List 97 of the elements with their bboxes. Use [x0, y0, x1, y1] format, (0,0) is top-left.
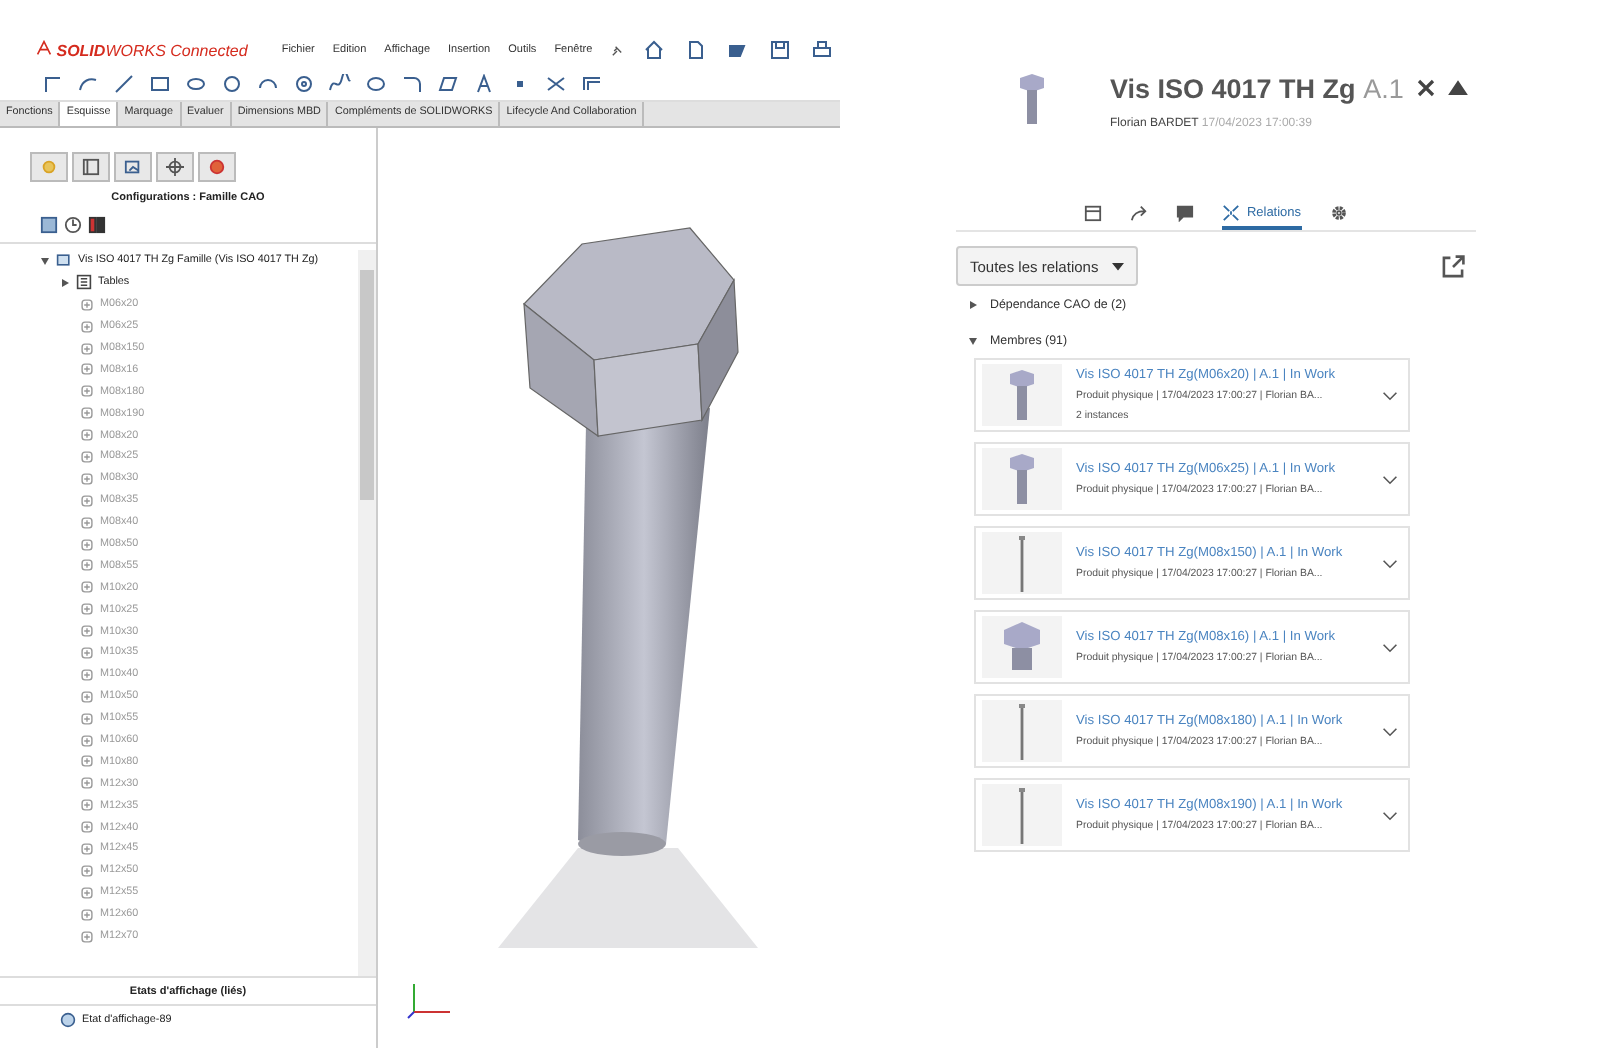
bolt-icon [1002, 621, 1042, 673]
home-icon[interactable] [642, 40, 667, 60]
chevron-down-icon [1382, 807, 1398, 823]
configuration-tab[interactable] [114, 152, 152, 182]
part-icon [80, 820, 94, 835]
save-icon[interactable] [768, 40, 793, 60]
expand-button[interactable] [1382, 807, 1398, 823]
caret-icon [1112, 260, 1125, 272]
scrollbar[interactable] [358, 250, 376, 976]
list-icon [82, 158, 100, 176]
appearance-icon [208, 158, 226, 176]
spline-icon[interactable] [328, 73, 352, 93]
logo-icon [36, 40, 52, 56]
part-icon [80, 471, 94, 486]
part-family-icon [56, 252, 72, 269]
section-caret[interactable] [968, 300, 978, 310]
expand-button[interactable] [1382, 471, 1398, 487]
share-arrow-icon [1130, 203, 1149, 221]
part-icon [80, 341, 94, 355]
part-config-icon [40, 216, 58, 234]
part-icon [80, 798, 94, 813]
part-icon [80, 689, 94, 704]
expand-caret[interactable] [40, 255, 50, 266]
part-icon [80, 537, 94, 552]
rod-icon [1018, 703, 1026, 759]
part-icon [80, 428, 94, 443]
part-icon [80, 406, 94, 421]
chevron-down-icon [1382, 639, 1398, 655]
part-icon [80, 297, 94, 312]
expand-button[interactable] [1382, 387, 1398, 403]
part-icon [80, 493, 94, 508]
chevron-down-icon [1382, 723, 1398, 739]
part-icon [80, 863, 94, 878]
part-icon [80, 515, 94, 530]
chevron-down-icon [1382, 555, 1398, 571]
pin-icon [610, 43, 625, 57]
part-icon [80, 624, 94, 639]
section-caret[interactable] [968, 336, 978, 346]
chevron-down-icon [1382, 387, 1398, 403]
display-state-icon [60, 1012, 76, 1028]
property-tab[interactable] [72, 152, 110, 182]
part-icon [80, 733, 94, 748]
part-icon [80, 602, 94, 617]
rod-icon [1018, 787, 1026, 843]
chevron-down-icon [1382, 471, 1398, 487]
text-icon[interactable] [472, 73, 496, 93]
circle-icon[interactable] [220, 73, 244, 93]
relations-icon [1222, 203, 1241, 221]
part-icon [80, 580, 94, 595]
rod-icon [1018, 535, 1026, 591]
part-icon [80, 929, 94, 944]
app-logo: SOLIDWORKS Connected [36, 40, 248, 60]
clock-icon [64, 216, 82, 234]
part-icon [80, 449, 94, 464]
bolt-icon [1017, 74, 1045, 126]
part-icon [80, 645, 94, 660]
expand-caret[interactable] [60, 277, 70, 288]
part-icon [80, 711, 94, 726]
appearance-tab[interactable] [198, 152, 236, 182]
part-icon [80, 362, 94, 377]
comment-icon [1176, 203, 1195, 221]
rectangle-icon[interactable] [148, 73, 172, 93]
configuration-icon [124, 158, 142, 176]
part-icon [80, 384, 94, 399]
close-button[interactable] [1415, 74, 1436, 102]
bolt-icon [1008, 453, 1036, 505]
dimxpert-tab[interactable] [156, 152, 194, 182]
part-icon [80, 558, 94, 573]
crosshair-icon [166, 158, 184, 176]
settings-icon [1329, 203, 1348, 221]
expand-button[interactable] [1382, 639, 1398, 655]
part-icon [80, 885, 94, 900]
plane-icon[interactable] [436, 73, 460, 93]
calendar-icon [1084, 203, 1103, 221]
rectangle-corner-icon[interactable] [40, 73, 64, 93]
offset-icon[interactable] [580, 73, 604, 93]
external-link-icon [1440, 253, 1466, 279]
part-icon [80, 841, 94, 856]
print-icon[interactable] [810, 40, 835, 60]
part-icon [80, 667, 94, 682]
ellipse-icon[interactable] [364, 73, 388, 93]
bolt-icon [1008, 369, 1036, 421]
close-icon [1415, 78, 1436, 98]
document-title: Vis ISO 4017 TH Zg A.1 [1110, 74, 1404, 104]
slot-icon[interactable] [184, 73, 208, 93]
expand-button[interactable] [1382, 555, 1398, 571]
fillet-icon[interactable] [400, 73, 424, 93]
part-icon [80, 754, 94, 769]
new-document-icon[interactable] [684, 40, 709, 60]
triangle-up-icon [1447, 78, 1468, 98]
part-icon [80, 907, 94, 922]
part-icon [80, 776, 94, 791]
line-icon[interactable] [112, 73, 136, 93]
arc-icon[interactable] [256, 73, 280, 93]
part-icon [80, 319, 94, 334]
trim-icon[interactable] [544, 73, 568, 93]
expand-button[interactable] [1382, 723, 1398, 739]
